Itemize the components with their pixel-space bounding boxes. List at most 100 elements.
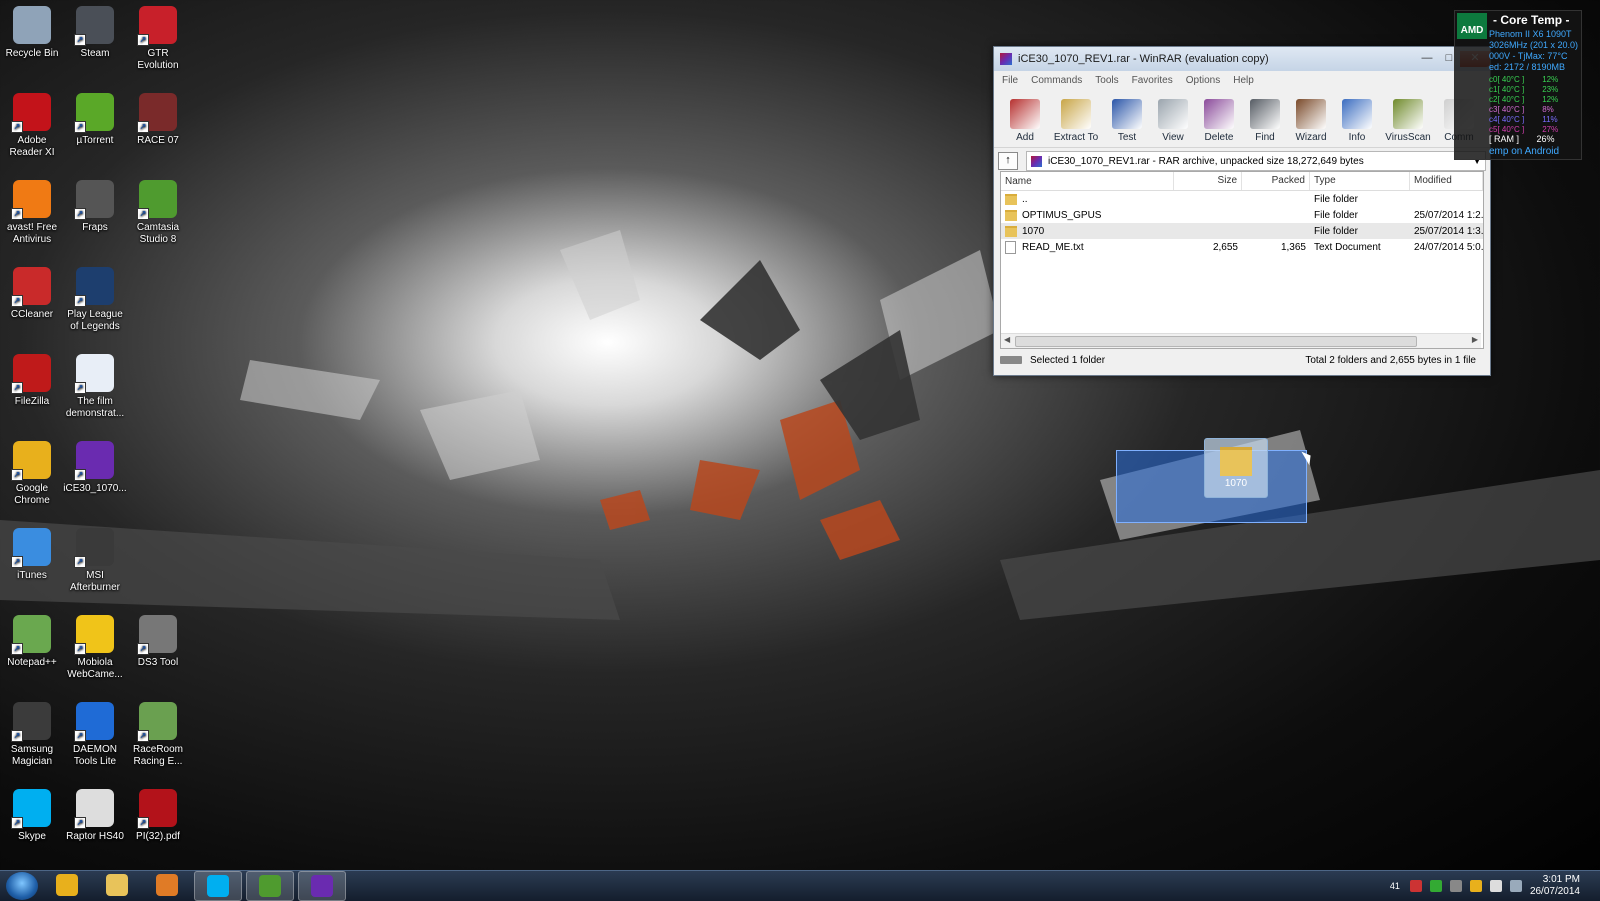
- tray-chrome-icon[interactable]: [1469, 880, 1482, 892]
- table-row[interactable]: 1070 File folder 25/07/2014 1:3...: [1001, 223, 1483, 239]
- desktop-icon-item[interactable]: ↗ Camtasia Studio 8: [126, 180, 190, 246]
- file-rows: .. File folder OPTIMUS_GPUS File folder 25/0…: [1001, 191, 1483, 255]
- taskbar-chrome-button[interactable]: [44, 871, 90, 899]
- desktop-icon-item[interactable]: ↗ CCleaner: [0, 267, 64, 321]
- ram-percent: 26%: [1536, 134, 1555, 144]
- delete-button[interactable]: Delete: [1196, 99, 1242, 147]
- tray-display-icon[interactable]: [1449, 880, 1462, 892]
- menu-tools[interactable]: Tools: [1095, 75, 1118, 86]
- wizard-button[interactable]: Wizard: [1288, 99, 1334, 147]
- menu-options[interactable]: Options: [1186, 75, 1220, 86]
- clock[interactable]: 3:01 PM 26/07/2014: [1530, 874, 1580, 898]
- virusscan-button[interactable]: VirusScan: [1380, 99, 1436, 147]
- test-button[interactable]: Test: [1104, 99, 1150, 147]
- desktop-icon-item[interactable]: ↗ GTR Evolution: [126, 6, 190, 72]
- tray-network-icon[interactable]: [1429, 880, 1442, 892]
- flag-icon[interactable]: [1489, 880, 1502, 892]
- volume-icon[interactable]: [1509, 880, 1522, 892]
- desktop-icon-item[interactable]: ↗ avast! Free Antivirus: [0, 180, 64, 246]
- desktop-icon-item[interactable]: ↗ Steam: [63, 6, 127, 60]
- horizontal-scrollbar[interactable]: ◀ ▶: [1001, 333, 1481, 348]
- table-row[interactable]: READ_ME.txt 2,655 1,365 Text Document 24/07/…: [1001, 239, 1483, 255]
- steam-icon: ↗: [74, 6, 114, 46]
- core-temp-footer: emp on Android: [1489, 146, 1560, 157]
- taskbar-media-player-button[interactable]: [144, 871, 190, 899]
- add-button[interactable]: Add: [1002, 99, 1048, 147]
- scroll-right-icon[interactable]: ▶: [1472, 335, 1478, 344]
- desktop-icon-item[interactable]: ↗ µTorrent: [63, 93, 127, 147]
- taskbar-winrar-button[interactable]: [298, 871, 346, 901]
- desktop-icon-item[interactable]: ↗ FileZilla: [0, 354, 64, 408]
- toolbar-label: VirusScan: [1385, 132, 1431, 143]
- desktop-icon-item[interactable]: ↗ iCE30_1070...: [63, 441, 127, 495]
- file-name: 1070: [1022, 225, 1045, 237]
- taskbar-explorer-button[interactable]: [94, 871, 140, 899]
- desktop-icon-item[interactable]: ↗ Google Chrome: [0, 441, 64, 507]
- file-name: ..: [1022, 193, 1028, 205]
- table-row[interactable]: OPTIMUS_GPUS File folder 25/07/2014 1:2...: [1001, 207, 1483, 223]
- ccleaner-icon: ↗: [11, 267, 51, 307]
- desktop-icon-item[interactable]: ↗ Raptor HS40: [63, 789, 127, 843]
- desktop-icon-item[interactable]: ↗ RACE 07: [126, 93, 190, 147]
- desktop-icon-label: DS3 Tool: [137, 657, 179, 668]
- shortcut-arrow-icon: ↗: [74, 121, 86, 133]
- menu-commands[interactable]: Commands: [1031, 75, 1082, 86]
- desktop-icon-item[interactable]: ↗ DAEMON Tools Lite: [63, 702, 127, 768]
- desktop-icon-item[interactable]: ↗ Mobiola WebCame...: [63, 615, 127, 681]
- desktop-icon-label: iTunes: [17, 570, 47, 581]
- menu-favorites[interactable]: Favorites: [1132, 75, 1173, 86]
- desktop-icon-item[interactable]: ↗ Fraps: [63, 180, 127, 234]
- taskbar-camtasia-button[interactable]: [246, 871, 294, 901]
- minimize-icon[interactable]: —: [1416, 51, 1438, 67]
- dragged-folder[interactable]: 1070: [1204, 438, 1268, 498]
- start-button[interactable]: [6, 872, 38, 900]
- samsung-magician-icon: ↗: [11, 702, 51, 742]
- extract-to-button[interactable]: Extract To: [1048, 99, 1104, 147]
- winrar-app-icon: [1000, 53, 1012, 65]
- desktop-icon-item[interactable]: ↗ PI(32).pdf: [126, 789, 190, 843]
- desktop-icon-item[interactable]: ↗ iTunes: [0, 528, 64, 582]
- taskbar-skype-button[interactable]: [194, 871, 242, 901]
- status-right: Total 2 folders and 2,655 bytes in 1 fil…: [1305, 354, 1476, 366]
- race07-icon: ↗: [137, 93, 177, 133]
- desktop-icon-item[interactable]: ↗ The film demonstrat...: [63, 354, 127, 420]
- path-combo[interactable]: iCE30_1070_REV1.rar - RAR archive, unpac…: [1026, 151, 1486, 171]
- shortcut-arrow-icon: ↗: [137, 121, 149, 133]
- desktop-icon-item[interactable]: ↗ Samsung Magician: [0, 702, 64, 768]
- column-packed[interactable]: Packed: [1242, 172, 1310, 190]
- up-folder-icon[interactable]: ↑: [998, 152, 1018, 170]
- menu-help[interactable]: Help: [1233, 75, 1254, 86]
- shortcut-arrow-icon: ↗: [11, 817, 23, 829]
- column-size[interactable]: Size: [1174, 172, 1242, 190]
- tray-antivirus-icon[interactable]: [1409, 880, 1422, 892]
- desktop-icon-item[interactable]: Recycle Bin: [0, 6, 64, 60]
- view-button[interactable]: View: [1150, 99, 1196, 147]
- desktop-icon-item[interactable]: ↗ Adobe Reader XI: [0, 93, 64, 159]
- winrar-window[interactable]: iCE30_1070_REV1.rar - WinRAR (evaluation…: [993, 46, 1491, 376]
- desktop-icon-item[interactable]: ↗ DS3 Tool: [126, 615, 190, 669]
- desktop-icon-item[interactable]: ↗ Notepad++: [0, 615, 64, 669]
- shortcut-arrow-icon: ↗: [74, 556, 86, 568]
- toolbar-label: Extract To: [1053, 132, 1099, 143]
- info-button[interactable]: Info: [1334, 99, 1380, 147]
- league-of-legends-icon: ↗: [74, 267, 114, 307]
- desktop-icon-item[interactable]: ↗ MSI Afterburner: [63, 528, 127, 594]
- column-modified[interactable]: Modified: [1410, 172, 1483, 190]
- desktop-icon-item[interactable]: ↗ Skype: [0, 789, 64, 843]
- desktop-icon-item[interactable]: ↗ Play League of Legends: [63, 267, 127, 333]
- column-type[interactable]: Type: [1310, 172, 1410, 190]
- dragged-folder-label: 1070: [1224, 478, 1248, 489]
- file-list[interactable]: Name Size Packed Type Modified .. File fo…: [1000, 171, 1484, 349]
- column-name[interactable]: Name: [1001, 172, 1174, 190]
- title-bar[interactable]: iCE30_1070_REV1.rar - WinRAR (evaluation…: [994, 47, 1490, 71]
- scroll-left-icon[interactable]: ◀: [1004, 335, 1010, 344]
- core-temp-row: c1[ 40°C ] 23%: [1489, 85, 1558, 94]
- cell-name: 1070: [1001, 225, 1174, 237]
- find-button[interactable]: Find: [1242, 99, 1288, 147]
- desktop-icon-item[interactable]: ↗ RaceRoom Racing E...: [126, 702, 190, 768]
- core-label: c1[ 40°C ]: [1489, 85, 1525, 94]
- shortcut-arrow-icon: ↗: [74, 382, 86, 394]
- menu-file[interactable]: File: [1002, 75, 1018, 86]
- table-row[interactable]: .. File folder: [1001, 191, 1483, 207]
- scrollbar-thumb[interactable]: [1015, 336, 1417, 347]
